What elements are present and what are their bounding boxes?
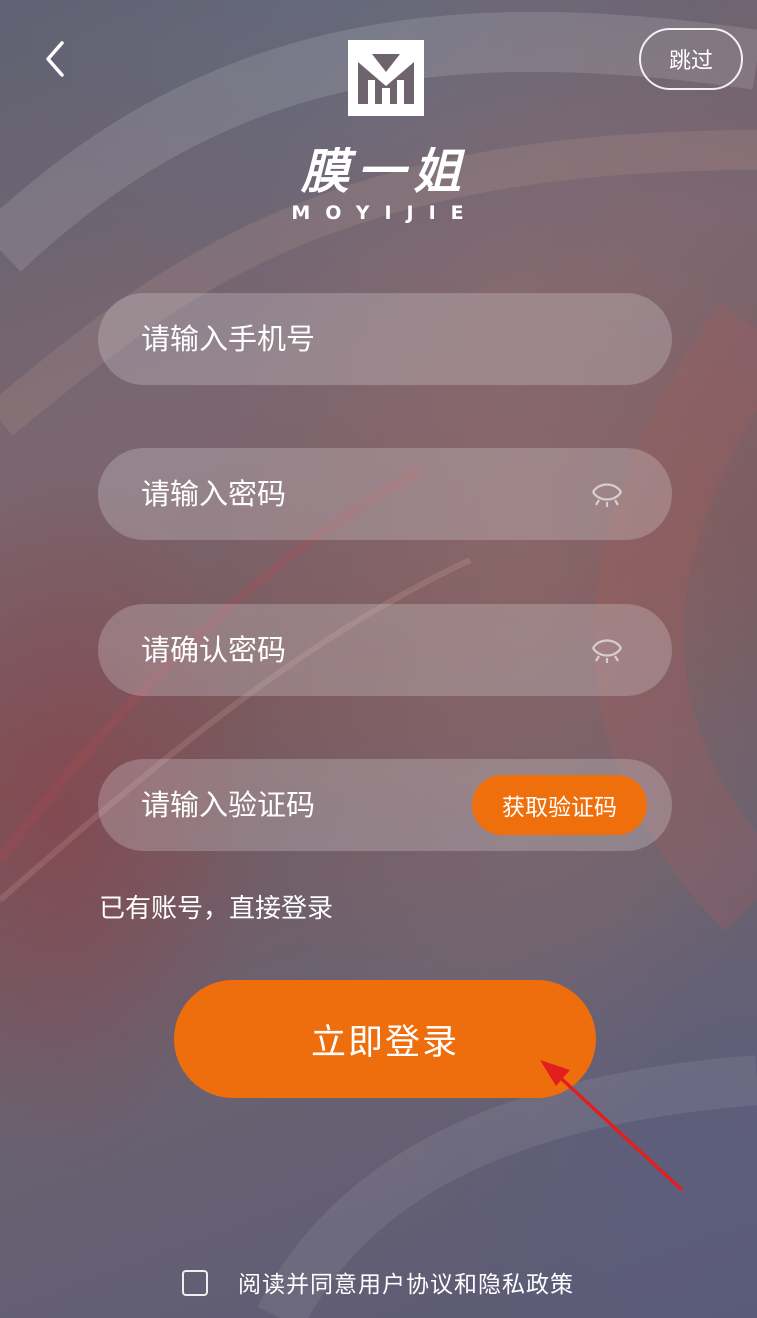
password-placeholder: 请输入密码	[141, 477, 287, 511]
phone-placeholder: 请输入手机号	[141, 322, 316, 356]
logo-icon	[348, 40, 424, 116]
agreement-checkbox[interactable]	[182, 1270, 208, 1296]
brand-name: 膜一姐	[300, 144, 469, 200]
chevron-left-icon	[46, 41, 64, 77]
back-button[interactable]	[28, 32, 82, 86]
agreement-text[interactable]: 阅读并同意用户协议和隐私政策	[238, 1265, 574, 1299]
verification-code-field[interactable]: 请输入验证码 获取验证码	[98, 759, 672, 851]
existing-account-login-link[interactable]: 已有账号，直接登录	[99, 888, 333, 925]
password-field[interactable]: 请输入密码	[98, 448, 672, 540]
verification-code-placeholder: 请输入验证码	[141, 788, 316, 822]
eye-closed-icon[interactable]	[589, 632, 625, 668]
get-code-button[interactable]: 获取验证码	[472, 775, 647, 835]
phone-field[interactable]: 请输入手机号	[98, 293, 672, 385]
confirm-password-field[interactable]: 请确认密码	[98, 604, 672, 696]
skip-button[interactable]: 跳过	[639, 28, 743, 90]
confirm-password-placeholder: 请确认密码	[141, 633, 287, 667]
brand-subtitle: MOYIJIE	[291, 202, 479, 224]
annotation-arrow-icon	[540, 1060, 684, 1192]
eye-closed-icon[interactable]	[589, 476, 625, 512]
